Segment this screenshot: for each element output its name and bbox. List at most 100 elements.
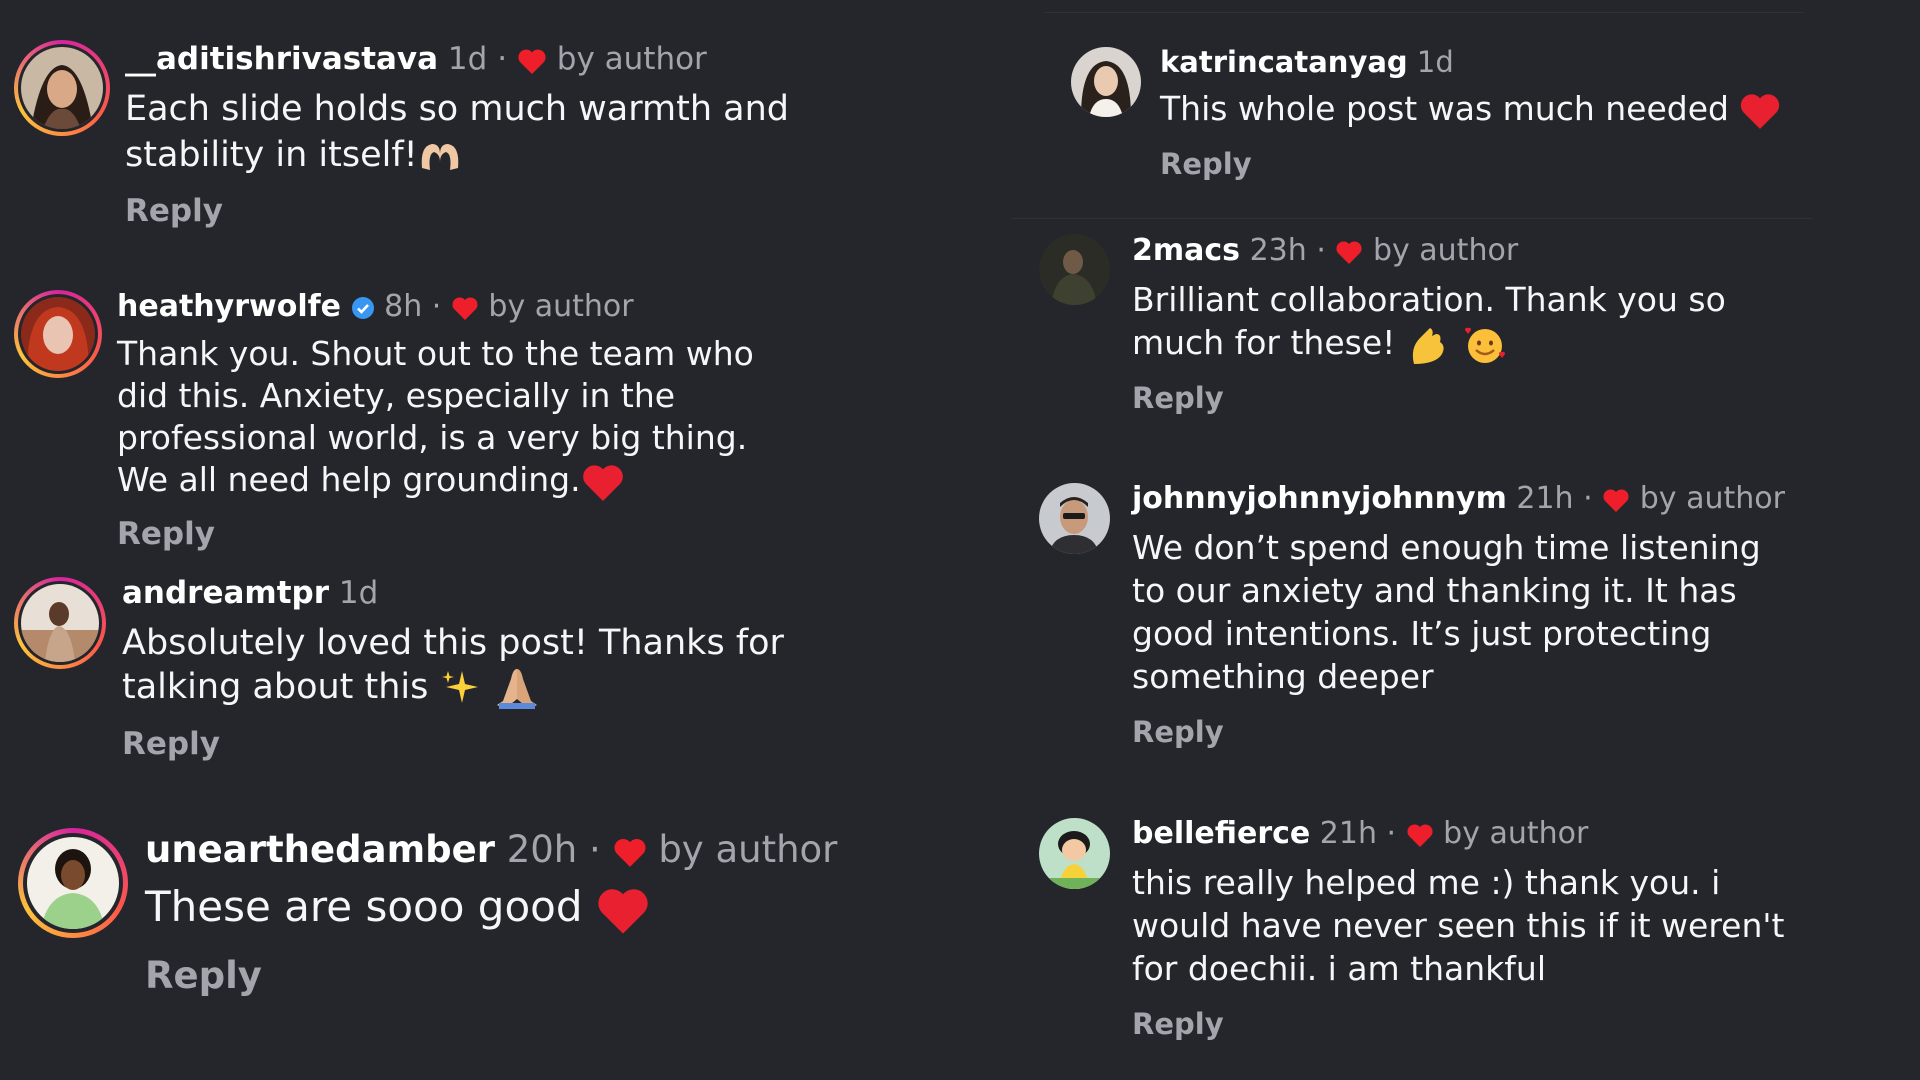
comment-line: Thank you. Shout out to the team who: [117, 334, 754, 373]
reply-button[interactable]: Reply: [1132, 384, 1224, 413]
timestamp: 21h: [1319, 816, 1377, 851]
divider: [1044, 12, 1804, 13]
avatar[interactable]: [21, 47, 103, 129]
comment-line: We all need help grounding.: [117, 460, 581, 499]
heart-icon: [518, 49, 546, 74]
comment-line: did this. Anxiety, especially in the: [117, 376, 676, 415]
avatar-image: [21, 297, 95, 371]
comment-text: Brilliant collaboration. Thank you so mu…: [1132, 278, 1726, 366]
avatar-image: [1071, 47, 1141, 117]
separator-dot: ·: [1583, 481, 1593, 516]
comment-line: for doechii. i am thankful: [1132, 949, 1546, 988]
author-like-label: by author: [658, 828, 838, 871]
comment-text: Thank you. Shout out to the team who did…: [117, 333, 754, 501]
separator-dot: ·: [431, 289, 442, 324]
heart-hands-icon: [421, 144, 458, 170]
comment-line: much for these!: [1132, 323, 1396, 362]
sparkles-icon: [441, 671, 478, 703]
author-like-label: by author: [556, 41, 707, 77]
heart-icon: [1336, 240, 1362, 264]
avatar-image: [1039, 483, 1110, 554]
reply-button[interactable]: Reply: [1132, 1010, 1224, 1039]
avatar[interactable]: [27, 837, 119, 929]
separator-dot: ·: [497, 41, 508, 77]
red-heart-icon: [1741, 94, 1780, 129]
avatar-image: [21, 584, 99, 662]
avatar[interactable]: [1039, 818, 1110, 889]
username[interactable]: bellefierce: [1132, 816, 1310, 851]
author-like-label: by author: [1639, 481, 1785, 516]
avatar[interactable]: [1071, 47, 1141, 117]
folded-hands-icon: [496, 669, 537, 709]
avatar-image: [1039, 818, 1110, 889]
smiling-face-with-hearts-icon: [1465, 327, 1506, 363]
separator-dot: ·: [1386, 816, 1397, 851]
comment-line: These are sooo good: [145, 882, 583, 931]
verified-badge-icon: [351, 296, 374, 319]
username[interactable]: andreamtpr: [122, 575, 329, 611]
reply-button[interactable]: Reply: [145, 957, 262, 994]
author-like-label: by author: [1372, 233, 1519, 268]
story-ring[interactable]: [14, 290, 102, 378]
timestamp: 20h: [506, 828, 578, 871]
comment-text: These are sooo good: [145, 880, 650, 934]
heart-icon: [1603, 488, 1629, 512]
avatar[interactable]: [21, 584, 99, 662]
comment-text: We don’t spend enough time listening to …: [1132, 526, 1761, 698]
separator-dot: ·: [1316, 233, 1326, 268]
avatar[interactable]: [1039, 483, 1110, 554]
comment-line: to our anxiety and thanking it. It has: [1132, 571, 1737, 610]
comment-line: Brilliant collaboration. Thank you so: [1132, 280, 1726, 319]
heart-icon: [1407, 823, 1433, 847]
reply-button[interactable]: Reply: [1132, 718, 1224, 747]
comment-line: good intentions. It’s just protecting: [1132, 614, 1712, 653]
username[interactable]: 2macs: [1132, 233, 1240, 268]
avatar-image: [21, 47, 103, 129]
username[interactable]: heathyrwolfe: [117, 289, 341, 324]
pinching-hand-icon: [1412, 327, 1444, 364]
reply-button[interactable]: Reply: [125, 196, 223, 227]
username[interactable]: unearthedamber: [145, 828, 495, 871]
comment-line: talking about this: [122, 667, 429, 707]
username[interactable]: __aditishrivastava: [125, 41, 438, 77]
avatar[interactable]: [21, 297, 95, 371]
author-like-label: by author: [488, 289, 634, 324]
username[interactable]: katrincatanyag: [1160, 45, 1408, 79]
comment-line: something deeper: [1132, 657, 1434, 696]
heart-icon: [614, 838, 646, 867]
comment-line: Absolutely loved this post! Thanks for: [122, 623, 784, 663]
comment-text: This whole post was much needed: [1160, 87, 1781, 131]
comment-line: this really helped me :) thank you. i: [1132, 863, 1721, 902]
username[interactable]: johnnyjohnnyjohnnym: [1132, 481, 1507, 516]
reply-button[interactable]: Reply: [117, 519, 215, 550]
avatar[interactable]: [1039, 234, 1110, 305]
timestamp: 8h: [384, 289, 423, 324]
separator-dot: ·: [589, 828, 601, 871]
red-heart-icon: [598, 888, 648, 934]
story-ring[interactable]: [14, 577, 106, 669]
timestamp: 1d: [338, 575, 379, 611]
avatar-image: [27, 837, 119, 929]
heart-icon: [452, 296, 478, 320]
timestamp: 23h: [1249, 233, 1307, 268]
comment-text: Absolutely loved this post! Thanks for t…: [122, 621, 784, 711]
reply-button[interactable]: Reply: [122, 729, 220, 760]
comment-text: this really helped me :) thank you. i wo…: [1132, 861, 1784, 990]
story-ring[interactable]: [18, 828, 128, 938]
story-ring[interactable]: [14, 40, 110, 136]
comment-text: Each slide holds so much warmth and stab…: [125, 86, 789, 178]
author-like-label: by author: [1443, 816, 1589, 851]
comment-line: Each slide holds so much warmth and: [125, 89, 789, 129]
reply-button[interactable]: Reply: [1160, 150, 1252, 179]
divider: [1012, 218, 1812, 219]
comment-line: This whole post was much needed: [1160, 89, 1729, 128]
timestamp: 1d: [1416, 45, 1454, 79]
avatar-image: [1039, 234, 1110, 305]
comment-line: We don’t spend enough time listening: [1132, 528, 1761, 567]
red-heart-icon: [582, 464, 623, 501]
comment-line: stability in itself!: [125, 135, 418, 175]
comment-line: professional world, is a very big thing.: [117, 418, 748, 457]
timestamp: 21h: [1516, 481, 1574, 516]
comment-line: would have never seen this if it weren't: [1132, 906, 1785, 945]
timestamp: 1d: [447, 41, 488, 77]
